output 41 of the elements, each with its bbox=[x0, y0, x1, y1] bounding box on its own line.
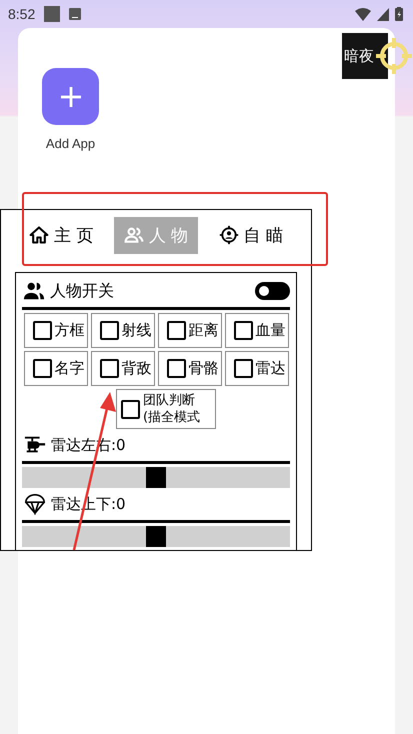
crosshair-icon bbox=[374, 36, 413, 76]
checkbox-option[interactable]: 骨骼 bbox=[158, 351, 222, 386]
checkbox-option[interactable]: 方框 bbox=[24, 313, 88, 348]
checkbox[interactable] bbox=[100, 321, 118, 340]
status-time: 8:52 bbox=[8, 6, 36, 22]
toggle-switch[interactable] bbox=[255, 282, 290, 300]
notification-icon bbox=[44, 6, 60, 22]
checkbox-option[interactable]: 距离 bbox=[158, 313, 222, 348]
checkbox[interactable] bbox=[100, 359, 118, 378]
add-app-button[interactable] bbox=[42, 68, 99, 125]
checkbox[interactable] bbox=[32, 359, 52, 378]
checkbox-option[interactable]: 名字 bbox=[24, 351, 88, 386]
tab[interactable]: 主 页 bbox=[29, 216, 104, 254]
slider-track[interactable] bbox=[22, 467, 290, 488]
signal-icon bbox=[377, 8, 389, 20]
checkbox[interactable] bbox=[234, 359, 252, 378]
checkbox-option[interactable]: 背敌 bbox=[90, 351, 154, 386]
checkbox[interactable] bbox=[166, 321, 186, 340]
checkbox-option[interactable]: 雷达 bbox=[224, 351, 288, 386]
battery-icon bbox=[395, 7, 403, 21]
slider-thumb[interactable] bbox=[146, 526, 166, 547]
slider-track[interactable] bbox=[22, 526, 290, 547]
checkbox[interactable] bbox=[166, 359, 186, 378]
app-label: Add App bbox=[46, 136, 96, 151]
wifi-icon bbox=[355, 8, 371, 20]
floating-button[interactable]: 暗夜 bbox=[342, 33, 388, 79]
checkbox[interactable] bbox=[234, 321, 252, 340]
tab[interactable]: 自 瞄 bbox=[208, 216, 293, 254]
section-title: 人物开关 bbox=[50, 280, 114, 302]
keyboard-icon bbox=[69, 8, 82, 20]
checkbox-option[interactable]: 团队判断 (描全模式 bbox=[116, 389, 216, 429]
people-icon bbox=[22, 280, 46, 302]
checkbox[interactable] bbox=[32, 321, 52, 340]
checkbox-option[interactable]: 射线 bbox=[90, 313, 154, 348]
parachute-icon bbox=[22, 493, 48, 515]
checkbox[interactable] bbox=[121, 400, 140, 419]
checkbox-option[interactable]: 血量 bbox=[224, 313, 288, 348]
slider-thumb[interactable] bbox=[146, 467, 166, 488]
home-icon bbox=[29, 225, 49, 245]
people-icon bbox=[124, 225, 144, 245]
target-icon bbox=[218, 225, 239, 245]
